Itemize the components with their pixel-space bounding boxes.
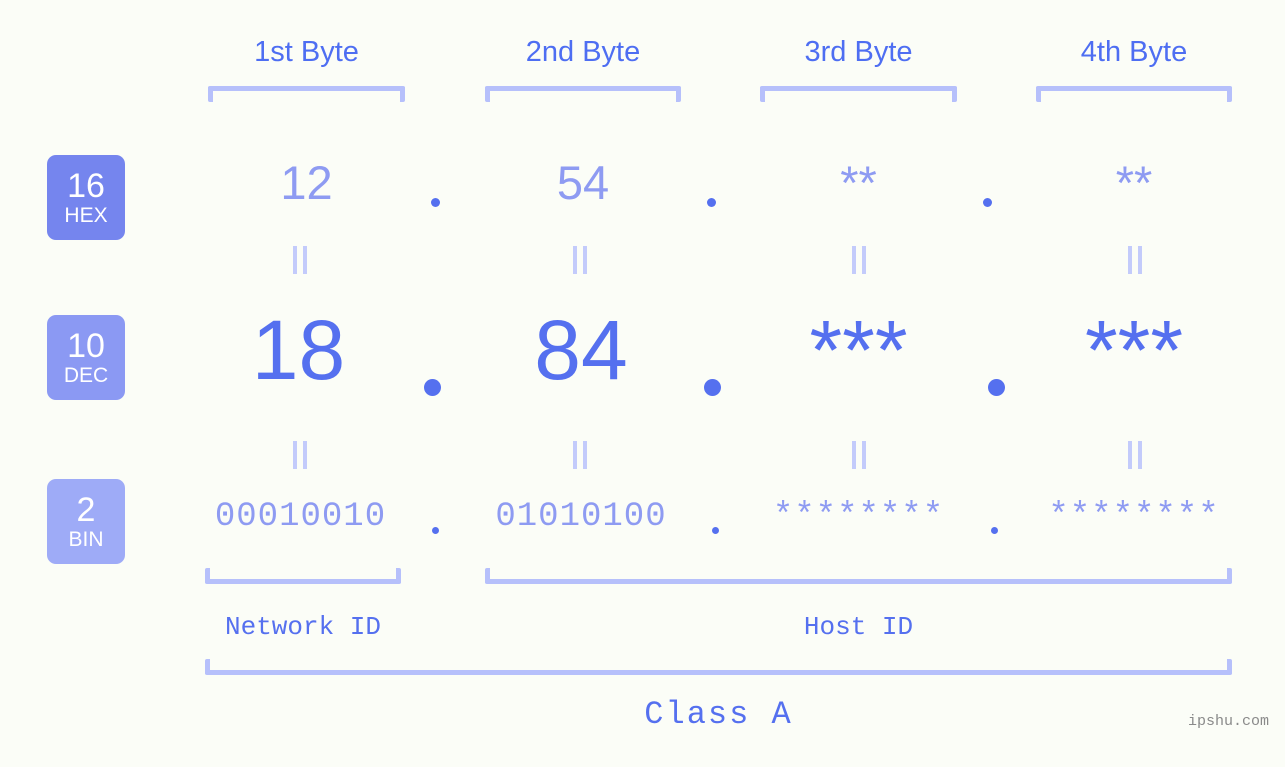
hex-octet-4: **	[1115, 156, 1153, 209]
base-badge-bin-system: BIN	[68, 527, 104, 551]
bin-octet-1: 00010010	[214, 498, 387, 536]
dec-octet-1: 18	[251, 303, 346, 397]
bin-octet-3: ********	[772, 498, 945, 536]
site-watermark: ipshu.com	[1187, 713, 1269, 730]
equals-mark-dec-bin-3	[851, 441, 867, 469]
equals-mark-dec-bin-4	[1127, 441, 1143, 469]
equals-mark-hex-dec-1	[292, 246, 308, 274]
bin-dot-1	[432, 527, 439, 534]
hex-octet-3: **	[840, 156, 877, 209]
bin-octet-2: 01010100	[495, 498, 667, 536]
base-badge-bin: 2 BIN	[47, 479, 125, 564]
byte-header-label-1: 1st Byte	[254, 36, 359, 68]
base-badge-dec-system: DEC	[63, 363, 109, 387]
bin-dot-3	[991, 527, 998, 534]
base-badge-dec: 10 DEC	[47, 315, 125, 400]
byte-bracket-1	[208, 86, 405, 102]
bin-dot-2	[712, 527, 719, 534]
dec-octet-4: ***	[1084, 303, 1184, 397]
hex-octet-2: 54	[556, 156, 610, 209]
equals-mark-dec-bin-2	[572, 441, 588, 469]
ip-address-breakdown-diagram: 1st Byte 2nd Byte 3rd Byte 4th Byte 16 H…	[0, 0, 1285, 767]
dec-dot-1	[424, 379, 441, 396]
bin-octet-4: ********	[1048, 498, 1220, 536]
class-bracket	[205, 659, 1232, 675]
dec-octet-3: ***	[809, 303, 908, 397]
dec-dot-2	[704, 379, 721, 396]
equals-mark-hex-dec-4	[1127, 246, 1143, 274]
hex-dot-2	[707, 198, 716, 207]
hex-dot-1	[431, 198, 440, 207]
base-badge-hex-system: HEX	[64, 203, 108, 227]
hex-dot-3	[983, 198, 992, 207]
class-label: Class A	[644, 696, 793, 733]
base-badge-hex: 16 HEX	[47, 155, 125, 240]
base-badge-hex-number: 16	[67, 166, 105, 205]
dec-octet-2: 84	[534, 303, 628, 397]
dec-dot-3	[988, 379, 1005, 396]
network-id-bracket	[205, 568, 401, 584]
base-badge-dec-number: 10	[67, 326, 105, 365]
hex-octet-1: 12	[280, 156, 333, 209]
host-id-label: Host ID	[803, 612, 914, 642]
equals-mark-hex-dec-3	[851, 246, 867, 274]
equals-mark-dec-bin-1	[292, 441, 308, 469]
byte-header-label-3: 3rd Byte	[804, 36, 913, 68]
byte-header-label-2: 2nd Byte	[525, 36, 641, 68]
equals-mark-hex-dec-2	[572, 246, 588, 274]
byte-bracket-2	[485, 86, 681, 102]
base-badge-bin-number: 2	[76, 490, 96, 529]
network-id-label: Network ID	[224, 612, 382, 642]
byte-header-label-4: 4th Byte	[1080, 36, 1188, 68]
byte-bracket-4	[1036, 86, 1232, 102]
byte-bracket-3	[760, 86, 957, 102]
host-id-bracket	[485, 568, 1232, 584]
